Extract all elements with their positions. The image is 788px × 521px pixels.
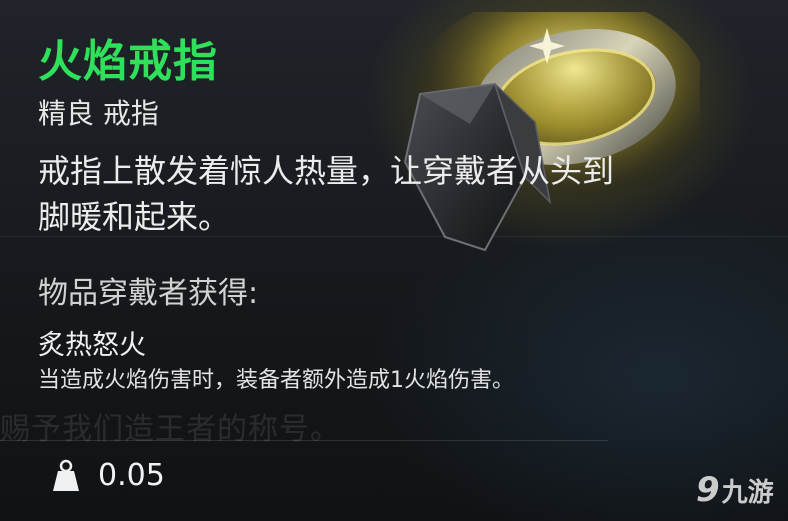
effects-header: 物品穿戴者获得: (38, 276, 259, 311)
watermark-logo-icon: 9 (696, 470, 720, 510)
weight-value: 0.05 (98, 458, 165, 493)
weight-row: 0.05 (52, 456, 165, 496)
watermark-text: 九游 (721, 477, 774, 508)
item-name: 火焰戒指 (38, 36, 218, 87)
watermark: 9 九游 (696, 470, 774, 510)
item-description-line: 戒指上散发着惊人热量，让穿戴者从头到 (38, 152, 615, 190)
effect-name: 炙热怒火 (38, 330, 146, 361)
item-description-line: 脚暖和起来。 (38, 198, 231, 236)
item-description: 戒指上散发着惊人热量，让穿戴者从头到 脚暖和起来。 (38, 148, 738, 240)
weight-icon (53, 459, 79, 491)
background-dialogue-underline (0, 440, 608, 441)
item-rarity-type: 精良 戒指 (38, 97, 159, 130)
effect-description: 当造成火焰伤害时，装备者额外造成1火焰伤害。 (38, 368, 514, 393)
background-dialogue-text: 赐予我们造王者的称号。 (0, 412, 341, 447)
